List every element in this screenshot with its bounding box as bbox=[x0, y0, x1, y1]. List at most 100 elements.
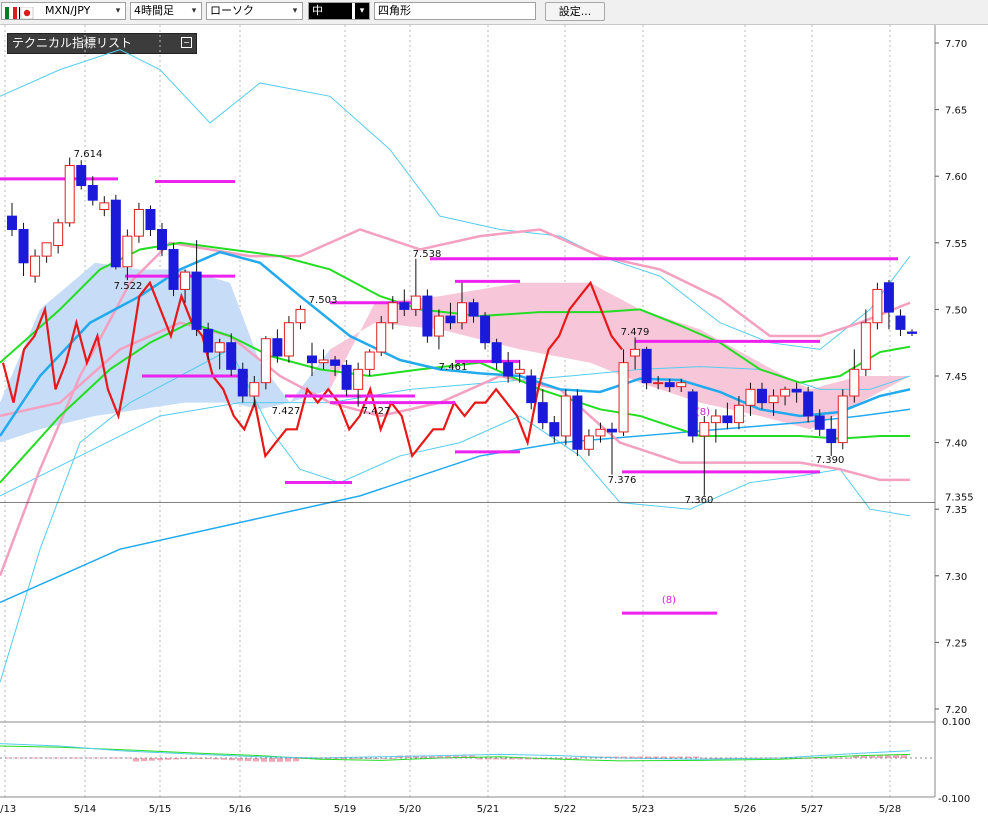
candle-body bbox=[87, 185, 98, 201]
marker-shape-field[interactable]: 四角形 bbox=[374, 2, 536, 20]
candle-body bbox=[260, 338, 271, 384]
candle bbox=[895, 309, 906, 337]
candle-body bbox=[99, 202, 110, 210]
candle bbox=[480, 312, 491, 350]
chart-toolbar: MXN/JPY ▾ 4時間足 ▾ ローソク ▾ 中 ▾ 四角形 設定... bbox=[0, 0, 988, 25]
candle bbox=[283, 316, 294, 363]
price-annotation: 7.427 bbox=[272, 406, 301, 417]
candle-body bbox=[607, 428, 617, 433]
histogram-bar bbox=[277, 758, 283, 762]
candle-body bbox=[53, 222, 64, 246]
candle-body bbox=[376, 322, 387, 353]
candle-body bbox=[226, 342, 237, 370]
candle bbox=[883, 280, 894, 330]
candle-body bbox=[837, 395, 848, 444]
marker-size-label: 中 bbox=[309, 3, 352, 19]
price-chart[interactable]: 0.100 -0.100 7.70 7.65 7.60 7.55 7.50 7.45 7.40… bbox=[0, 25, 988, 818]
candle-body bbox=[157, 228, 167, 250]
candle-body bbox=[860, 322, 871, 370]
marker-size-select[interactable]: 中 ▾ bbox=[308, 2, 370, 20]
candle-body bbox=[353, 368, 364, 390]
candle-body bbox=[283, 322, 294, 357]
chart-style-select[interactable]: ローソク ▾ bbox=[206, 2, 303, 20]
price-tick-label: 7.20 bbox=[945, 705, 967, 716]
candle-body bbox=[249, 382, 260, 397]
candle bbox=[560, 389, 571, 446]
price-tick-label: 7.30 bbox=[945, 572, 967, 583]
candle-body bbox=[30, 255, 41, 277]
price-tick-label: 7.60 bbox=[945, 172, 967, 183]
candle-body bbox=[145, 209, 156, 230]
candle-body bbox=[722, 415, 733, 424]
candle-body bbox=[664, 382, 675, 388]
candle bbox=[907, 329, 917, 337]
candle bbox=[491, 338, 502, 370]
date-tick-label: 5/21 bbox=[477, 804, 499, 815]
candle-body bbox=[849, 368, 860, 397]
candle bbox=[872, 282, 883, 330]
candle bbox=[849, 349, 860, 403]
candle-body bbox=[330, 359, 341, 366]
histogram-bar bbox=[285, 758, 291, 762]
date-tick-label: 5/15 bbox=[149, 804, 171, 815]
oscillator-tick-label: 0.100 bbox=[942, 717, 971, 728]
date-tick-label: 5/26 bbox=[734, 804, 756, 815]
candle bbox=[157, 222, 167, 257]
candle-body bbox=[410, 295, 421, 310]
candle-body bbox=[295, 308, 306, 324]
candle-body bbox=[583, 435, 594, 450]
candle bbox=[641, 346, 652, 390]
currency-pair-label: MXN/JPY bbox=[45, 4, 91, 17]
currency-pair-select[interactable]: MXN/JPY ▾ bbox=[1, 2, 126, 20]
price-annotation: 7.360 bbox=[685, 495, 714, 506]
candle bbox=[87, 176, 98, 206]
candle bbox=[99, 196, 110, 217]
timeframe-select[interactable]: 4時間足 ▾ bbox=[130, 2, 202, 20]
price-tick-label: 7.45 bbox=[945, 372, 967, 383]
candle-body bbox=[122, 235, 133, 268]
candle-body bbox=[110, 199, 121, 268]
candle bbox=[145, 205, 156, 237]
candle-body bbox=[572, 395, 583, 450]
date-tick-label: 5/14 bbox=[74, 804, 96, 815]
candle bbox=[30, 249, 41, 283]
candle-body bbox=[168, 248, 179, 290]
candle-body bbox=[491, 342, 502, 364]
candle-body bbox=[18, 228, 29, 264]
candle-body bbox=[76, 165, 87, 187]
candle-body bbox=[710, 415, 721, 424]
candle-body bbox=[641, 348, 652, 384]
candle bbox=[353, 362, 364, 407]
price-annotation: 7.538 bbox=[413, 249, 442, 260]
settings-button[interactable]: 設定... bbox=[545, 2, 605, 21]
candle bbox=[110, 194, 121, 270]
candle-body bbox=[468, 302, 479, 317]
candle-body bbox=[341, 364, 352, 390]
chevron-down-icon: ▾ bbox=[292, 6, 298, 16]
candle bbox=[826, 415, 837, 456]
candle bbox=[549, 415, 560, 443]
candle-body bbox=[272, 338, 283, 357]
candle-body bbox=[757, 388, 767, 404]
date-axis: 5/13 5/14 5/15 5/16 5/19 5/20 5/21 5/22 5/23 5/26… bbox=[0, 804, 901, 815]
price-tick-label: 7.25 bbox=[945, 638, 967, 649]
candle-body bbox=[826, 428, 837, 444]
candle-body bbox=[318, 359, 329, 364]
date-tick-label: 5/13 bbox=[0, 804, 16, 815]
candle-body bbox=[630, 348, 641, 357]
candle bbox=[699, 415, 710, 496]
candle bbox=[168, 242, 179, 297]
date-tick-label: 5/16 bbox=[229, 804, 251, 815]
candle bbox=[710, 409, 721, 443]
candle-body bbox=[907, 331, 917, 334]
candle-body bbox=[422, 295, 433, 337]
candle-body bbox=[814, 415, 825, 430]
candle-body bbox=[203, 328, 214, 353]
candle-body bbox=[803, 391, 814, 417]
date-tick-label: 5/28 bbox=[879, 804, 901, 815]
date-tick-label: 5/22 bbox=[554, 804, 576, 815]
candle-body bbox=[399, 302, 410, 310]
current-price-label: 7.355 bbox=[945, 493, 974, 504]
candle-body bbox=[503, 362, 514, 377]
candle-body bbox=[526, 375, 537, 404]
